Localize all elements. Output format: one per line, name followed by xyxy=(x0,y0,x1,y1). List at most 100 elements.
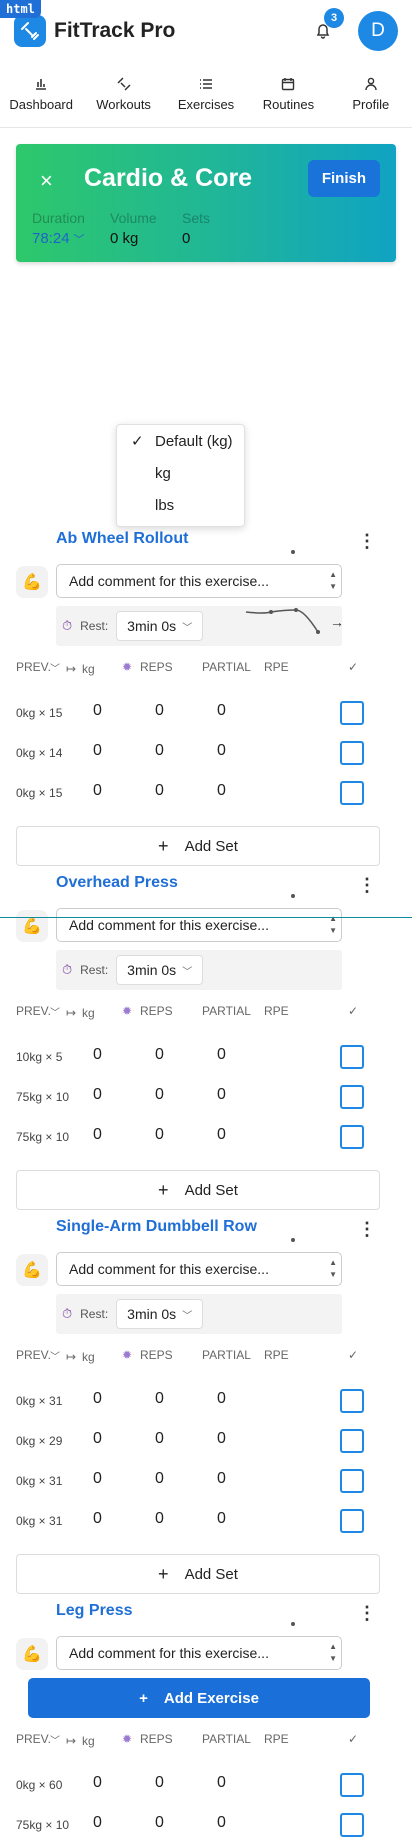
partial-input[interactable]: 0 xyxy=(217,1086,226,1104)
more-options-icon[interactable]: ⋮ xyxy=(358,1603,376,1624)
partial-input[interactable]: 0 xyxy=(217,1390,226,1408)
exercise-comment-input[interactable]: Add comment for this exercise... ▲ ▼ xyxy=(56,564,342,598)
spinner-arrows-icon[interactable]: ▲ ▼ xyxy=(329,1641,337,1665)
reps-input[interactable]: 0 xyxy=(155,1774,164,1792)
partial-input[interactable]: 0 xyxy=(217,1126,226,1144)
spinner-arrows-icon[interactable]: ▲ ▼ xyxy=(329,569,337,593)
more-options-icon[interactable]: ⋮ xyxy=(358,1219,376,1240)
set-complete-checkbox[interactable] xyxy=(340,1429,364,1453)
exercise-comment-input[interactable]: Add comment for this exercise... ▲ ▼ xyxy=(56,908,342,942)
reps-input[interactable]: 0 xyxy=(155,742,164,760)
unit-option-default[interactable]: ✓ Default (kg) xyxy=(117,425,244,457)
add-set-button[interactable]: + Add Set xyxy=(16,1554,380,1594)
partial-input[interactable]: 0 xyxy=(217,1470,226,1488)
partial-input[interactable]: 0 xyxy=(217,1774,226,1792)
partial-input[interactable]: 0 xyxy=(217,1430,226,1448)
exercise-name[interactable]: Leg Press xyxy=(56,1602,132,1620)
partial-input[interactable]: 0 xyxy=(217,1510,226,1528)
nav-item-dashboard[interactable]: Dashboard xyxy=(0,62,82,127)
column-kg[interactable]: kg xyxy=(82,662,95,676)
partial-input[interactable]: 0 xyxy=(217,702,226,720)
kg-input[interactable]: 0 xyxy=(93,1470,102,1488)
previous-set-value[interactable]: 0kg × 29 xyxy=(16,1434,62,1448)
reps-input[interactable]: 0 xyxy=(155,1510,164,1528)
previous-set-value[interactable]: 0kg × 31 xyxy=(16,1514,62,1528)
previous-set-value[interactable]: 0kg × 31 xyxy=(16,1394,62,1408)
add-set-button[interactable]: + Add Set xyxy=(16,1170,380,1210)
avatar[interactable]: D xyxy=(358,11,398,51)
exercise-name[interactable]: Single-Arm Dumbbell Row xyxy=(56,1218,257,1236)
kg-input[interactable]: 0 xyxy=(93,1814,102,1832)
partial-input[interactable]: 0 xyxy=(217,1046,226,1064)
finish-button[interactable]: Finish xyxy=(307,160,380,197)
nav-item-profile[interactable]: Profile xyxy=(330,62,412,127)
close-icon[interactable]: × xyxy=(40,168,53,194)
previous-set-value[interactable]: 0kg × 15 xyxy=(16,786,62,800)
kg-input[interactable]: 0 xyxy=(93,782,102,800)
reps-input[interactable]: 0 xyxy=(155,1470,164,1488)
reps-input[interactable]: 0 xyxy=(155,782,164,800)
partial-input[interactable]: 0 xyxy=(217,782,226,800)
notifications-button[interactable]: 3 xyxy=(306,8,344,48)
set-complete-checkbox[interactable] xyxy=(340,741,364,765)
kg-input[interactable]: 0 xyxy=(93,702,102,720)
unit-option-lbs[interactable]: lbs xyxy=(117,489,244,521)
exercise-comment-input[interactable]: Add comment for this exercise... ▲ ▼ xyxy=(56,1636,342,1670)
nav-item-routines[interactable]: Routines xyxy=(247,62,329,127)
set-complete-checkbox[interactable] xyxy=(340,1813,364,1837)
set-complete-checkbox[interactable] xyxy=(340,1085,364,1109)
exercise-name[interactable]: Overhead Press xyxy=(56,874,178,892)
previous-set-value[interactable]: 75kg × 10 xyxy=(16,1130,69,1144)
set-complete-checkbox[interactable] xyxy=(340,1389,364,1413)
kg-input[interactable]: 0 xyxy=(93,1774,102,1792)
rest-time-select[interactable]: 3min 0s ﹀ xyxy=(116,611,204,641)
reps-input[interactable]: 0 xyxy=(155,1086,164,1104)
nav-item-workouts[interactable]: Workouts xyxy=(82,62,164,127)
previous-set-value[interactable]: 75kg × 10 xyxy=(16,1818,69,1832)
more-options-icon[interactable]: ⋮ xyxy=(358,875,376,896)
set-complete-checkbox[interactable] xyxy=(340,1773,364,1797)
set-complete-checkbox[interactable] xyxy=(340,1045,364,1069)
column-kg[interactable]: kg xyxy=(82,1006,95,1020)
more-options-icon[interactable]: ⋮ xyxy=(358,531,376,552)
column-prev[interactable]: PREV. xyxy=(16,660,51,674)
column-prev[interactable]: PREV. xyxy=(16,1348,51,1362)
reps-input[interactable]: 0 xyxy=(155,1126,164,1144)
kg-input[interactable]: 0 xyxy=(93,742,102,760)
unit-option-kg[interactable]: kg xyxy=(117,457,244,489)
column-prev[interactable]: PREV. xyxy=(16,1004,51,1018)
kg-input[interactable]: 0 xyxy=(93,1086,102,1104)
reps-input[interactable]: 0 xyxy=(155,1430,164,1448)
set-complete-checkbox[interactable] xyxy=(340,1469,364,1493)
previous-set-value[interactable]: 75kg × 10 xyxy=(16,1090,69,1104)
column-prev[interactable]: PREV. xyxy=(16,1732,51,1746)
duration-value[interactable]: 78:24 xyxy=(32,230,70,247)
reps-input[interactable]: 0 xyxy=(155,1814,164,1832)
partial-input[interactable]: 0 xyxy=(217,1814,226,1832)
kg-input[interactable]: 0 xyxy=(93,1126,102,1144)
previous-set-value[interactable]: 0kg × 15 xyxy=(16,706,62,720)
previous-set-value[interactable]: 0kg × 60 xyxy=(16,1778,62,1792)
rest-time-select[interactable]: 3min 0s ﹀ xyxy=(116,955,204,985)
set-complete-checkbox[interactable] xyxy=(340,781,364,805)
reps-input[interactable]: 0 xyxy=(155,1390,164,1408)
partial-input[interactable]: 0 xyxy=(217,742,226,760)
column-kg[interactable]: kg xyxy=(82,1350,95,1364)
nav-item-exercises[interactable]: Exercises xyxy=(165,62,247,127)
set-complete-checkbox[interactable] xyxy=(340,1509,364,1533)
set-complete-checkbox[interactable] xyxy=(340,701,364,725)
previous-set-value[interactable]: 0kg × 31 xyxy=(16,1474,62,1488)
reps-input[interactable]: 0 xyxy=(155,702,164,720)
reps-input[interactable]: 0 xyxy=(155,1046,164,1064)
kg-input[interactable]: 0 xyxy=(93,1430,102,1448)
spinner-arrows-icon[interactable]: ▲ ▼ xyxy=(329,1257,337,1281)
previous-set-value[interactable]: 0kg × 14 xyxy=(16,746,62,760)
exercise-comment-input[interactable]: Add comment for this exercise... ▲ ▼ xyxy=(56,1252,342,1286)
exercise-name[interactable]: Ab Wheel Rollout xyxy=(56,530,188,548)
previous-set-value[interactable]: 10kg × 5 xyxy=(16,1050,62,1064)
kg-input[interactable]: 0 xyxy=(93,1390,102,1408)
rest-time-select[interactable]: 3min 0s ﹀ xyxy=(116,1299,204,1329)
add-exercise-button[interactable]: + Add Exercise xyxy=(28,1678,370,1718)
kg-input[interactable]: 0 xyxy=(93,1510,102,1528)
column-kg[interactable]: kg xyxy=(82,1734,95,1748)
